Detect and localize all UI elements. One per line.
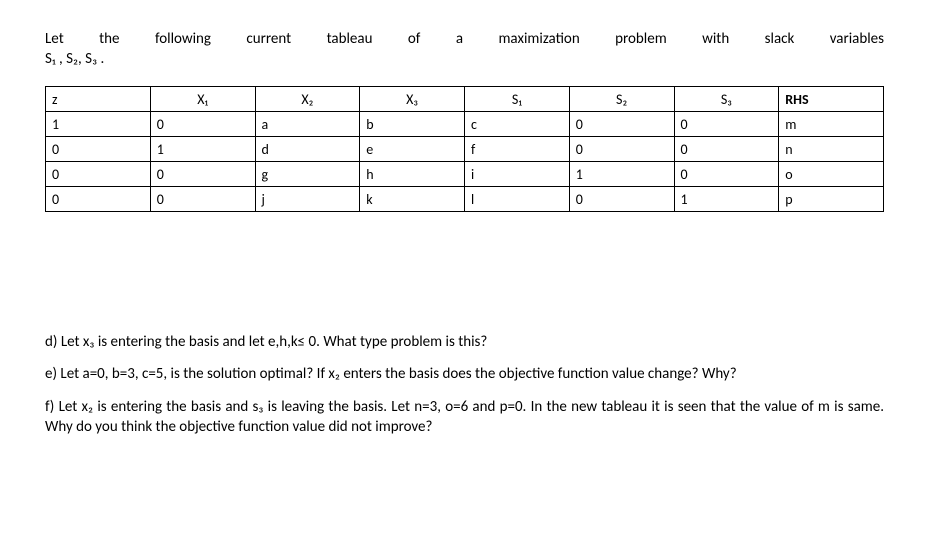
cell: h xyxy=(360,162,465,187)
cell: 0 xyxy=(674,137,779,162)
cell: 0 xyxy=(569,137,674,162)
table-row: 0 0 g h i 1 0 o xyxy=(46,162,884,187)
cell: j xyxy=(255,187,360,212)
cell: c xyxy=(465,112,570,137)
cell: 0 xyxy=(46,137,151,162)
cell: 1 xyxy=(46,112,151,137)
cell: 0 xyxy=(569,187,674,212)
cell: l xyxy=(465,187,570,212)
cell: 1 xyxy=(674,187,779,212)
hdr-rhs: RHS xyxy=(779,87,884,112)
hdr-s1: S₁ xyxy=(465,87,570,112)
cell: 1 xyxy=(150,137,255,162)
cell: 0 xyxy=(674,112,779,137)
cell: o xyxy=(779,162,884,187)
cell: 0 xyxy=(150,162,255,187)
cell: 0 xyxy=(46,187,151,212)
cell: 0 xyxy=(674,162,779,187)
table-row: 1 0 a b c 0 0 m xyxy=(46,112,884,137)
question-d: d) Let x₃ is entering the basis and let … xyxy=(45,332,884,352)
table-header-row: z X₁ X₂ X₃ S₁ S₂ S₃ RHS xyxy=(46,87,884,112)
cell: e xyxy=(360,137,465,162)
hdr-x3: X₃ xyxy=(360,87,465,112)
cell: k xyxy=(360,187,465,212)
cell: n xyxy=(779,137,884,162)
hdr-s3: S₃ xyxy=(674,87,779,112)
cell: 0 xyxy=(46,162,151,187)
cell: d xyxy=(255,137,360,162)
cell: f xyxy=(465,137,570,162)
cell: 1 xyxy=(569,162,674,187)
table-row: 0 1 d e f 0 0 n xyxy=(46,137,884,162)
hdr-x2: X₂ xyxy=(255,87,360,112)
cell: i xyxy=(465,162,570,187)
questions-block: d) Let x₃ is entering the basis and let … xyxy=(45,332,884,437)
cell: b xyxy=(360,112,465,137)
cell: m xyxy=(779,112,884,137)
intro-line1: Let the following current tableau of a m… xyxy=(45,30,884,48)
hdr-x1: X₁ xyxy=(150,87,255,112)
hdr-s2: S₂ xyxy=(569,87,674,112)
cell: 0 xyxy=(150,112,255,137)
cell: p xyxy=(779,187,884,212)
intro-line2: S₁ , S₂, S₃ . xyxy=(45,50,884,68)
cell: 0 xyxy=(569,112,674,137)
cell: a xyxy=(255,112,360,137)
cell: g xyxy=(255,162,360,187)
table-row: 0 0 j k l 0 1 p xyxy=(46,187,884,212)
cell: 0 xyxy=(150,187,255,212)
question-e: e) Let a=0, b=3, c=5, is the solution op… xyxy=(45,364,884,384)
tableau-table: z X₁ X₂ X₃ S₁ S₂ S₃ RHS 1 0 a b c 0 0 m … xyxy=(45,86,884,212)
hdr-z: z xyxy=(46,87,151,112)
question-f: f) Let x₂ is entering the basis and s₃ i… xyxy=(45,397,884,438)
